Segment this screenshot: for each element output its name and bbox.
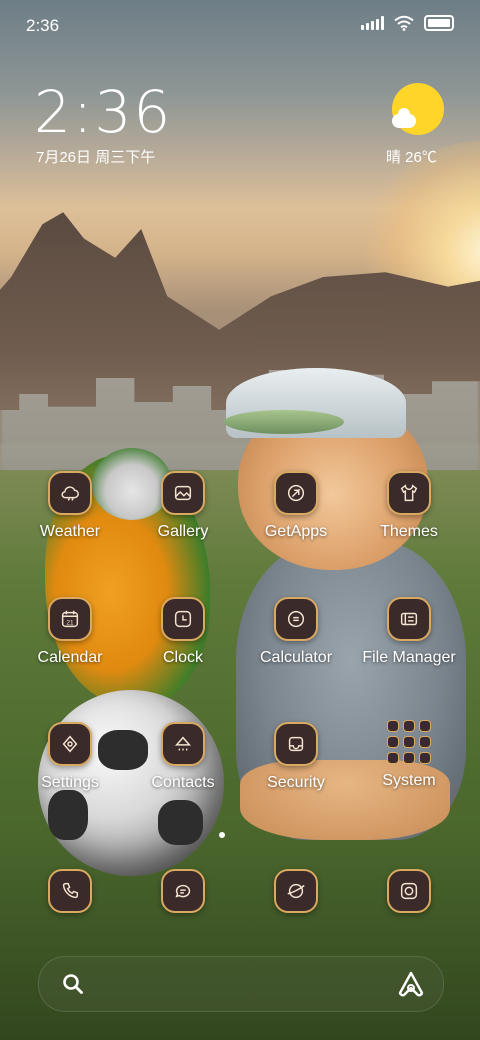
dock-camera[interactable] [354, 869, 464, 913]
dock-browser[interactable] [241, 869, 351, 913]
app-settings[interactable]: Settings [15, 722, 125, 792]
app-label: Gallery [157, 523, 209, 540]
search-icon[interactable] [61, 972, 85, 996]
status-bar: 2:36 [0, 0, 480, 50]
app-weather[interactable]: Weather [15, 471, 125, 541]
contacts-icon [161, 722, 205, 766]
security-icon [274, 722, 318, 766]
app-file-manager[interactable]: File Manager [354, 597, 464, 667]
app-label: Clock [162, 649, 203, 666]
weather-widget-text[interactable]: 晴 26℃ [386, 146, 437, 167]
phone-icon [48, 869, 92, 913]
app-calendar[interactable]: 21 Calendar [15, 597, 125, 667]
svg-text:21: 21 [66, 620, 74, 627]
app-system-folder[interactable]: System [354, 718, 464, 790]
clock-widget-time[interactable]: 2:36 [34, 78, 172, 146]
app-label: Security [267, 774, 325, 791]
calendar-icon: 21 [48, 597, 92, 641]
app-calculator[interactable]: Calculator [241, 597, 351, 667]
assistant-icon[interactable] [397, 970, 425, 998]
search-bar[interactable] [38, 956, 444, 1012]
messages-icon [161, 869, 205, 913]
camera-icon [387, 869, 431, 913]
app-label: File Manager [362, 649, 456, 666]
wifi-icon [394, 15, 414, 31]
page-indicator[interactable] [219, 832, 225, 838]
image-icon [161, 471, 205, 515]
app-contacts[interactable]: Contacts [128, 722, 238, 792]
app-getapps[interactable]: GetApps [241, 471, 351, 541]
app-security[interactable]: Security [241, 722, 351, 792]
battery-icon [424, 15, 454, 31]
clock-widget-date[interactable]: 7月26日 周三下午 [36, 146, 155, 167]
signal-icon [361, 16, 384, 30]
app-label: Calendar [37, 649, 103, 666]
app-label: System [382, 772, 436, 789]
cloud-icon [48, 471, 92, 515]
app-label: Contacts [151, 774, 215, 791]
tshirt-icon [387, 471, 431, 515]
app-clock[interactable]: Clock [128, 597, 238, 667]
file-manager-icon [387, 597, 431, 641]
clock-icon [161, 597, 205, 641]
app-label: Calculator [259, 649, 333, 666]
settings-icon [48, 722, 92, 766]
folder-icon [385, 718, 433, 766]
app-label: Themes [380, 523, 438, 540]
dock-messages[interactable] [128, 869, 238, 913]
app-label: Weather [39, 523, 101, 540]
getapps-icon [274, 471, 318, 515]
app-label: Settings [41, 774, 99, 791]
browser-icon [274, 869, 318, 913]
status-time: 2:36 [26, 16, 60, 35]
app-label: GetApps [264, 523, 328, 540]
dock-phone[interactable] [15, 869, 125, 913]
app-gallery[interactable]: Gallery [128, 471, 238, 541]
app-themes[interactable]: Themes [354, 471, 464, 541]
calculator-icon [274, 597, 318, 641]
weather-cloud-shape [392, 108, 416, 128]
